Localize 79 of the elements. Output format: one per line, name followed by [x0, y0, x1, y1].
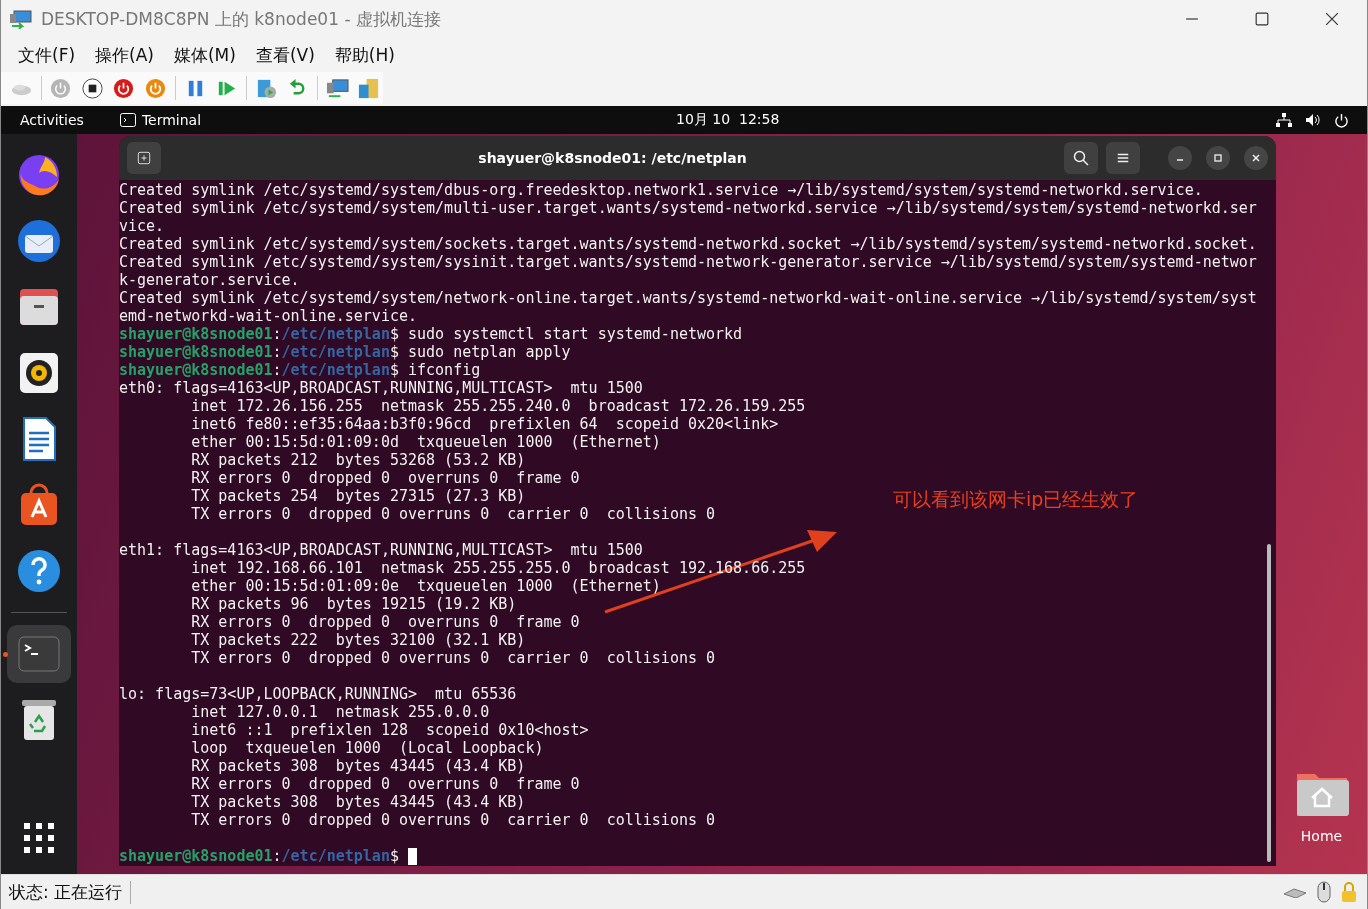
- app-grid-icon: [24, 823, 54, 853]
- terminal-line: ether 00:15:5d:01:09:0d txqueuelen 1000 (Ethernet): [190, 433, 661, 451]
- running-indicator: [3, 652, 8, 657]
- terminal-line: RX errors 0 dropped 0 overruns 0 frame 0: [190, 469, 580, 487]
- search-button[interactable]: [1064, 142, 1098, 174]
- close-icon: [1325, 12, 1339, 26]
- terminal-line: eth1: flags=4163<UP,BROADCAST,RUNNING,MULTICAST> mtu 1500: [119, 541, 643, 559]
- terminal-line: RX packets 212 bytes 53268 (53.2 KB): [190, 451, 526, 469]
- terminal-line: ether 00:15:5d:01:09:0e txqueuelen 1000 (Ethernet): [190, 577, 661, 595]
- terminal-line: RX errors 0 dropped 0 overruns 0 frame 0: [190, 775, 580, 793]
- terminal-line: TX errors 0 dropped 0 overruns 0 carrier 0 collisions 0: [190, 505, 716, 523]
- help-icon: [15, 547, 63, 595]
- terminal-line: loop txqueuelen 1000 (Local Loopback): [190, 739, 544, 757]
- new-tab-button[interactable]: [127, 142, 161, 174]
- maximize-button[interactable]: [1206, 146, 1230, 170]
- keyboard-icon: [1283, 886, 1307, 898]
- volume-icon: [1305, 113, 1321, 127]
- menu-item[interactable]: 媒体(M): [164, 40, 245, 70]
- maximize-icon: [1255, 12, 1269, 26]
- monitor-icon: [9, 9, 33, 29]
- terminal-line: TX errors 0 dropped 0 overruns 0 carrier 0 collisions 0: [190, 811, 716, 829]
- annotation-text: 可以看到该网卡ip已经生效了: [893, 487, 1139, 512]
- power-icon: [1334, 112, 1349, 128]
- close-button[interactable]: [1244, 146, 1268, 170]
- network-icon: [1276, 113, 1292, 127]
- terminal-line: eth0: flags=4163<UP,BROADCAST,RUNNING,MULTICAST> mtu 1500: [119, 379, 643, 397]
- app-menu-button[interactable]: Terminal: [119, 112, 202, 128]
- terminal-icon: [119, 113, 136, 127]
- terminal-line: inet 172.26.156.255 netmask 255.255.240.0 broadcast 172.26.159.255: [190, 397, 806, 415]
- terminal-line: RX errors 0 dropped 0 overruns 0 frame 0: [190, 613, 580, 631]
- terminal-line: shayuer@k8snode01:/etc/netplan$ ifconfig: [119, 361, 481, 379]
- bird-envelope-icon: [15, 217, 63, 265]
- mouse-icon: [1317, 881, 1331, 903]
- terminal-line: RX packets 308 bytes 43445 (43.4 KB): [190, 757, 526, 775]
- terminal-line: vice.: [119, 217, 165, 235]
- terminal-line: inet6 fe80::ef35:64aa:b3f0:96cd prefixlen 64 scopeid 0x20<link>: [190, 415, 779, 433]
- terminal-line: k-generator.service.: [119, 271, 300, 289]
- menu-item[interactable]: 操作(A): [86, 40, 163, 70]
- monitor-icon: [325, 76, 349, 100]
- terminal-line: Created symlink /etc/systemd/system/network-online.target.wants/systemd-networkd-wait-online.service →/lib/systemd/system/syst: [119, 289, 1257, 307]
- power-icon: [112, 76, 136, 100]
- terminal-line: shayuer@k8snode01:/etc/netplan$ sudo netplan apply: [119, 343, 571, 361]
- terminal-line: lo: flags=73<UP,LOOPBACK,RUNNING> mtu 65536: [119, 685, 517, 703]
- terminal-line: inet 127.0.0.1 netmask 255.0.0.0: [190, 703, 490, 721]
- stop-icon: [80, 76, 104, 100]
- menu-item[interactable]: 帮助(H): [325, 40, 404, 70]
- terminal-line: TX packets 222 bytes 32100 (32.1 KB): [190, 631, 526, 649]
- maximize-icon: [1213, 153, 1223, 163]
- minimize-button[interactable]: [1168, 146, 1192, 170]
- menu-item[interactable]: 文件(F): [9, 40, 85, 70]
- terminal-line: inet6 ::1 prefixlen 128 scopeid 0x10<host>: [190, 721, 589, 739]
- terminal-line: Created symlink /etc/systemd/system/multi-user.target.wants/systemd-networkd.service →/lib/systemd/system/systemd-networkd.ser: [119, 199, 1257, 217]
- plus-icon: [137, 151, 151, 165]
- lock-icon: [1341, 881, 1357, 903]
- power-icon: [144, 76, 167, 100]
- status-text: 状态: 正在运行: [9, 880, 132, 904]
- close-icon: [1251, 153, 1261, 163]
- clock[interactable]: 10月 10 12:58: [676, 111, 780, 129]
- terminal-line: RX packets 96 bytes 19215 (19.2 KB): [190, 595, 517, 613]
- home-folder[interactable]: Home: [1294, 768, 1349, 844]
- terminal-line: TX errors 0 dropped 0 overruns 0 carrier 0 collisions 0: [190, 649, 716, 667]
- terminal-line: shayuer@k8snode01:/etc/netplan$: [119, 847, 400, 865]
- menu-icon: [1116, 151, 1130, 165]
- terminal-line: TX packets 254 bytes 27315 (27.3 KB): [190, 487, 526, 505]
- terminal-line: Created symlink /etc/systemd/system/sockets.target.wants/systemd-networkd.socket →/lib/systemd/system/systemd-networkd.socket.: [119, 235, 1257, 253]
- scrollbar[interactable]: [1267, 544, 1271, 862]
- terminal-line: Created symlink /etc/systemd/system/dbus-org.freedesktop.network1.service →/lib/systemd/system/systemd-networkd.service.: [119, 181, 1203, 199]
- menu-item[interactable]: 查看(V): [246, 40, 324, 70]
- power-icon: [49, 76, 73, 100]
- terminal-title: shayuer@k8snode01: /etc/netplan: [477, 150, 748, 166]
- activities-button[interactable]: Activities: [20, 112, 84, 128]
- menu-button[interactable]: [1106, 142, 1140, 174]
- window-title: DESKTOP-DM8C8PN 上的 k8node01 - 虚拟机连接: [41, 7, 441, 31]
- terminal-line: emd-networkd-wait-online.service.: [119, 307, 417, 325]
- terminal-line: shayuer@k8snode01:/etc/netplan$ sudo systemctl start systemd-networkd: [119, 325, 743, 343]
- terminal-line: TX packets 308 bytes 43445 (43.4 KB): [190, 793, 526, 811]
- terminal-line: Created symlink /etc/systemd/system/sysinit.target.wants/systemd-network-generator.service →/lib/systemd/system/systemd-networ: [119, 253, 1257, 271]
- search-icon: [1073, 150, 1089, 166]
- share-icon: [357, 76, 381, 100]
